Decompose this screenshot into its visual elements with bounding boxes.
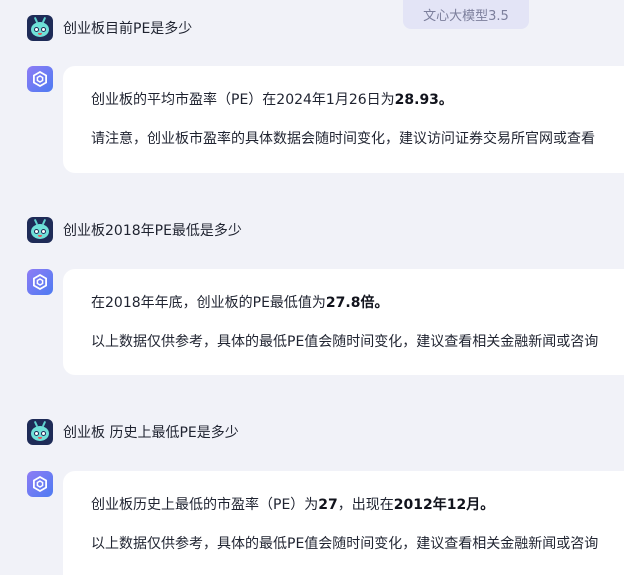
assistant-answer-card: 创业板的平均市盈率（PE）在2024年1月26日为28.93。 请注意，创业板市…: [63, 66, 624, 173]
user-question: 创业板 历史上最低PE是多少: [63, 425, 239, 441]
user-avatar-icon: [27, 15, 53, 41]
user-avatar-icon: [27, 419, 53, 445]
user-message: 创业板 历史上最低PE是多少: [27, 419, 239, 445]
answer-paragraph: 创业板的平均市盈率（PE）在2024年1月26日为28.93。: [91, 92, 453, 108]
model-version-badge[interactable]: 文心大模型3.5: [403, 0, 529, 29]
answer-highlight: 2012年12月。: [393, 497, 495, 513]
assistant-avatar-icon: [27, 66, 53, 92]
user-question: 创业板2018年PE最低是多少: [63, 223, 242, 239]
answer-note: 以上数据仅供参考，具体的最低PE值会随时间变化，建议查看相关金融新闻或咨询: [91, 334, 599, 350]
assistant-answer-card: 创业板历史上最低的市盈率（PE）为27，出现在2012年12月。 以上数据仅供参…: [63, 471, 624, 575]
answer-highlight: 27.8倍。: [325, 295, 389, 311]
answer-note: 请注意，创业板市盈率的具体数据会随时间变化，建议访问证券交易所官网或查看: [91, 131, 595, 147]
assistant-avatar-icon: [27, 269, 53, 295]
assistant-answer-card: 在2018年年底，创业板的PE最低值为27.8倍。 以上数据仅供参考，具体的最低…: [63, 269, 624, 375]
answer-highlight: 28.93。: [394, 92, 453, 108]
answer-paragraph: 创业板历史上最低的市盈率（PE）为27，出现在2012年12月。: [91, 497, 495, 513]
answer-paragraph: 在2018年年底，创业板的PE最低值为27.8倍。: [91, 295, 389, 311]
user-question: 创业板目前PE是多少: [63, 21, 193, 37]
user-message: 创业板目前PE是多少: [27, 15, 192, 41]
answer-note: 以上数据仅供参考，具体的最低PE值会随时间变化，建议查看相关金融新闻或咨询: [91, 536, 599, 552]
user-message: 创业板2018年PE最低是多少: [27, 217, 242, 243]
answer-highlight: 27: [318, 497, 338, 513]
assistant-avatar-icon: [27, 471, 53, 497]
user-avatar-icon: [27, 217, 53, 243]
